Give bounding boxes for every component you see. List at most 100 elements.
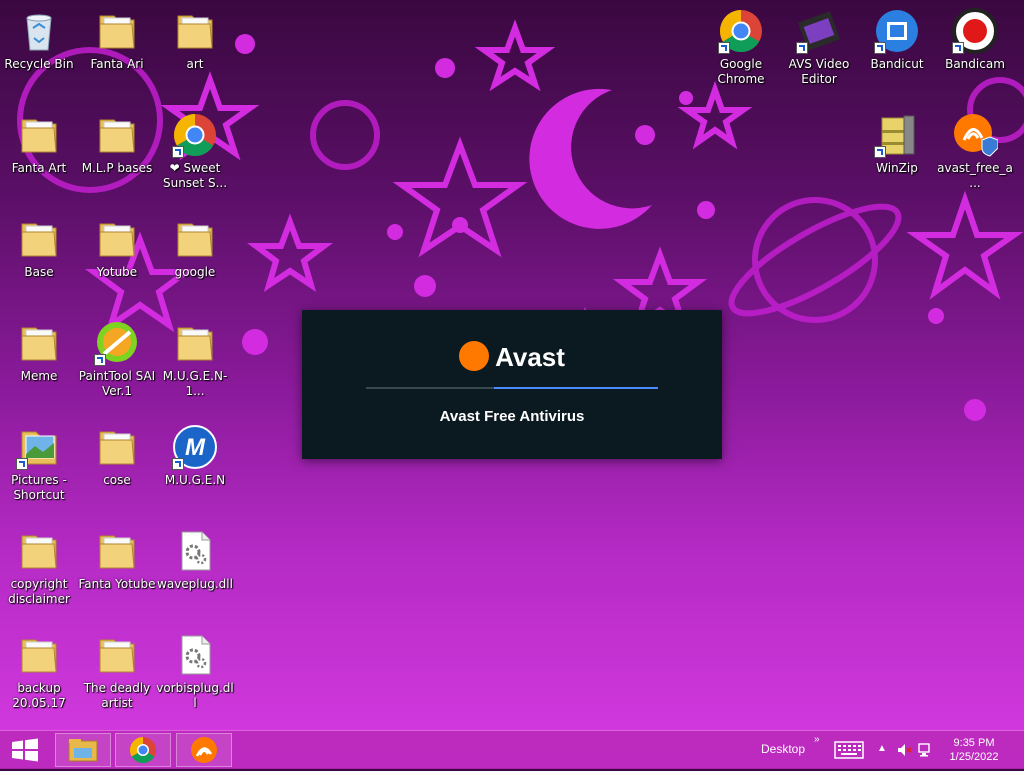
clock-date: 1/25/2022 [949,751,999,763]
volume-muted-icon[interactable] [896,742,912,758]
file-explorer-icon [68,739,98,762]
desktop-icon-vorbisplug[interactable]: vorbisplug.dll [156,632,234,711]
desktop-icon-fanta-yotube[interactable]: Fanta Yotube [78,528,156,592]
desktop-icon-label: cose [103,473,131,487]
desktop-icon-bandicam[interactable]: Bandicam [936,8,1014,72]
show-hidden-icons-icon[interactable]: ▲ [877,743,887,754]
desktop-icon-label: copyright disclaimer [8,577,70,606]
desktop-icon-fanta-ari[interactable]: Fanta Ari [78,8,156,72]
recycle-bin-icon [16,8,62,54]
windows-start-icon [12,738,38,762]
winzip-icon [874,112,920,158]
shortcut-arrow-icon [796,42,808,54]
taskbar-avast[interactable] [176,733,232,767]
desktop-icon-pictures-shortcut[interactable]: Pictures - Shortcut [0,424,78,503]
desktop-icon-label: Bandicut [870,57,924,71]
folder-icon [16,320,62,366]
avast-splash-window: Avast Avast Free Antivirus [302,310,722,459]
desktop-icon-label: ❤ Sweet Sunset S... [162,161,228,190]
desktop-icon-deadly-artist[interactable]: The deadly artist [78,632,156,711]
desktop-icon-winzip[interactable]: WinZip [858,112,936,176]
folder-icon [94,632,140,678]
keyboard-icon[interactable] [834,741,864,759]
desktop-icon-label: Pictures - Shortcut [11,473,67,502]
taskbar-chrome[interactable] [115,733,171,767]
folder-icon [94,424,140,470]
desktop-icon-fanta-art[interactable]: Fanta Art [0,112,78,176]
desktop-icon-label: Google Chrome [717,57,765,86]
pictures-icon [16,424,62,470]
desktop-icon-label: Fanta Ari [90,57,144,71]
network-icon[interactable] [916,742,932,758]
chevron-double-icon[interactable]: » [814,734,820,745]
taskbar-file-explorer[interactable] [55,733,111,767]
desktop-icon-backup[interactable]: backup 20.05.17 [0,632,78,711]
desktop-icon-copyright-disclaimer[interactable]: copyright disclaimer [0,528,78,607]
desktop-icon-label: Fanta Yotube [78,577,156,591]
folder-icon [16,216,62,262]
shortcut-arrow-icon [94,354,106,366]
dll-file-icon [172,632,218,678]
desktop-toolbar-label[interactable]: Desktop [761,742,805,756]
desktop-icon-cose[interactable]: cose [78,424,156,488]
painttool-icon [94,320,140,366]
loading-progress-track [366,387,658,389]
desktop-icon-avs-video-editor[interactable]: AVS Video Editor [780,8,858,87]
desktop-icon-label: google [174,265,216,279]
desktop-icon-mugen[interactable]: M M.U.G.E.N [156,424,234,488]
shortcut-arrow-icon [16,458,28,470]
desktop-icon-label: waveplug.dll [157,577,233,591]
desktop-icon-meme[interactable]: Meme [0,320,78,384]
svg-text:M: M [185,434,206,461]
desktop-icon-art[interactable]: art [156,8,234,72]
desktop-icon-label: Meme [20,369,58,383]
start-button[interactable] [8,733,42,767]
bandicam-icon [952,8,998,54]
folder-icon [94,112,140,158]
mugen-icon: M [172,424,218,470]
desktop-icon-base[interactable]: Base [0,216,78,280]
shortcut-arrow-icon [172,458,184,470]
folder-icon [172,320,218,366]
desktop-icon-bandicut[interactable]: Bandicut [858,8,936,72]
desktop-icon-label: WinZip [876,161,918,175]
avs-icon [796,8,842,54]
desktop-icon-avast-free[interactable]: avast_free_a... [936,112,1014,191]
clock-time: 9:35 PM [953,737,995,749]
desktop-icon-label: Yotube [96,265,138,279]
desktop-icon-google-chrome[interactable]: Google Chrome [702,8,780,87]
desktop-icon-google[interactable]: google [156,216,234,280]
shortcut-arrow-icon [172,146,184,158]
desktop-icon-label: Fanta Art [11,161,67,175]
desktop-icon-label: PaintTool SAI Ver.1 [78,369,156,398]
loading-progress-fill [494,387,658,389]
desktop-icon-label: The deadly artist [83,681,151,710]
avast-icon [191,737,217,763]
desktop-icon-label: M.U.G.E.N [164,473,226,487]
desktop-icon-mugen-1[interactable]: M.U.G.E.N-1... [156,320,234,399]
desktop-icon-label: M.U.G.E.N-1... [162,369,228,398]
bandicut-icon [874,8,920,54]
avast-installer-icon [952,112,999,158]
desktop-icon-label: avast_free_a... [937,161,1013,190]
avast-brand-text: Avast [495,342,565,372]
shortcut-arrow-icon [718,42,730,54]
dll-file-icon [172,528,218,574]
desktop-icon-label: AVS Video Editor [788,57,850,86]
desktop-icon-mlp-bases[interactable]: M.L.P bases [78,112,156,176]
folder-icon [16,528,62,574]
clock[interactable]: 9:35 PM 1/25/2022 [942,736,1006,764]
desktop-icon-recycle-bin[interactable]: Recycle Bin [0,8,78,72]
desktop-icon-waveplug[interactable]: waveplug.dll [156,528,234,592]
folder-icon [16,112,62,158]
avast-logo-icon [459,341,490,372]
desktop-icon-label: Base [24,265,54,279]
folder-icon [94,528,140,574]
desktop-icon-label: backup 20.05.17 [12,681,66,710]
desktop-icon-sweet-sunset[interactable]: ❤ Sweet Sunset S... [156,112,234,191]
desktop-icon-painttool-sai[interactable]: PaintTool SAI Ver.1 [78,320,156,399]
folder-icon [172,8,218,54]
folder-icon [16,632,62,678]
desktop-icon-yotube[interactable]: Yotube [78,216,156,280]
shortcut-arrow-icon [952,42,964,54]
